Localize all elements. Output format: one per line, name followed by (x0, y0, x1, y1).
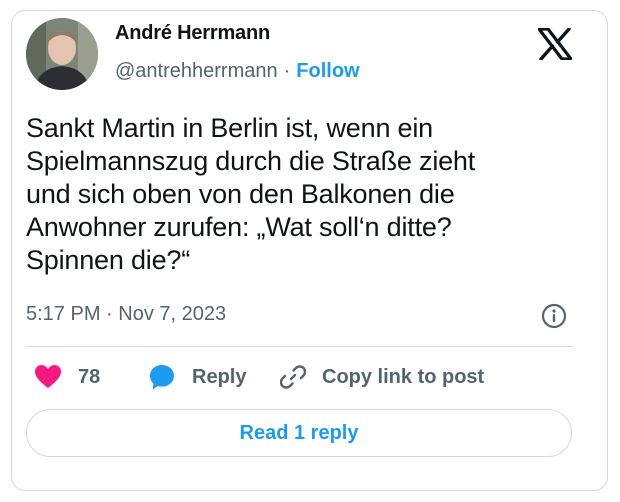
tweet-timestamp[interactable]: 5:17 PM · Nov 7, 2023 (26, 303, 226, 326)
tweet-text-line: Sankt Martin in Berlin ist, wenn ein (26, 113, 433, 143)
tweet-text-line: und sich oben von den Balkonen die (26, 179, 455, 209)
copy-link-label: Copy link to post (322, 365, 485, 388)
author-handle[interactable]: @antrehherrmann (115, 60, 278, 82)
author-name[interactable]: André Herrmann (115, 22, 270, 45)
follow-button[interactable]: Follow (296, 60, 359, 82)
read-replies-label: Read 1 reply (239, 421, 359, 444)
copy-link-button[interactable]: Copy link to post (280, 362, 484, 392)
x-logo-icon[interactable] (537, 27, 573, 61)
read-replies-button[interactable]: Read 1 reply (26, 409, 572, 457)
reply-button[interactable]: Reply (148, 362, 246, 392)
tweet-text-line: Spielmannszug durch die Straße zieht (26, 146, 476, 176)
reply-label: Reply (192, 365, 247, 388)
author-handle-row: @antrehherrmann · Follow (115, 60, 360, 83)
reply-bubble-icon (148, 363, 176, 391)
divider (26, 346, 572, 347)
avatar[interactable] (26, 18, 98, 90)
separator-dot: · (283, 60, 291, 82)
like-count: 78 (78, 365, 101, 388)
like-button[interactable]: 78 (34, 362, 100, 392)
heart-icon (34, 364, 62, 390)
avatar-photo (26, 18, 98, 90)
link-icon (280, 364, 306, 390)
info-icon[interactable] (541, 303, 567, 329)
tweet-text-line: Spinnen die?“ (26, 245, 191, 275)
tweet-text-line: Anwohner zurufen: „Wat soll‘n ditte? (26, 212, 452, 242)
tweet-text: Sankt Martin in Berlin ist, wenn ein Spi… (26, 112, 566, 277)
